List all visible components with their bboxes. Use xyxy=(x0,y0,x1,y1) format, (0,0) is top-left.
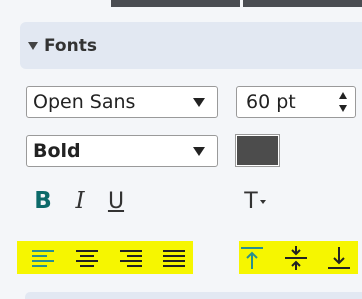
stepper-down-icon[interactable] xyxy=(339,105,347,112)
font-size-value: 60 pt xyxy=(246,91,296,113)
dropdown-arrow-icon xyxy=(193,98,205,107)
text-transform-button[interactable]: T xyxy=(240,186,270,216)
align-justify-icon[interactable] xyxy=(160,244,188,272)
size-stepper[interactable] xyxy=(339,92,349,114)
font-family-value: Open Sans xyxy=(33,91,136,113)
top-tab-bar xyxy=(0,0,362,7)
top-tab-2[interactable] xyxy=(243,0,362,7)
collapse-caret-icon xyxy=(28,42,38,50)
text-transform-caret-icon xyxy=(259,200,266,204)
align-right-icon[interactable] xyxy=(117,244,145,272)
align-center-icon[interactable] xyxy=(73,244,101,272)
align-middle-icon[interactable] xyxy=(282,244,310,272)
dropdown-arrow-icon xyxy=(193,147,205,156)
bold-button[interactable]: B xyxy=(32,186,54,216)
align-left-icon[interactable] xyxy=(29,244,57,272)
align-bottom-icon[interactable] xyxy=(325,244,353,272)
align-top-icon[interactable] xyxy=(238,244,266,272)
underline-button[interactable]: U xyxy=(105,186,127,216)
stepper-up-icon[interactable] xyxy=(339,92,347,99)
panel-title: Fonts xyxy=(44,35,97,56)
italic-button[interactable]: I xyxy=(69,186,91,216)
text-transform-label: T xyxy=(244,188,258,214)
next-panel-header[interactable] xyxy=(25,292,362,299)
font-family-select[interactable]: Open Sans xyxy=(26,86,218,118)
font-color-fill xyxy=(237,136,278,165)
fonts-panel-header[interactable]: Fonts xyxy=(20,22,362,69)
top-tab-1[interactable] xyxy=(111,0,240,7)
font-weight-select[interactable]: Bold xyxy=(26,135,218,167)
font-size-input[interactable]: 60 pt xyxy=(236,86,356,118)
font-color-swatch[interactable] xyxy=(235,134,280,167)
font-weight-value: Bold xyxy=(33,140,81,162)
